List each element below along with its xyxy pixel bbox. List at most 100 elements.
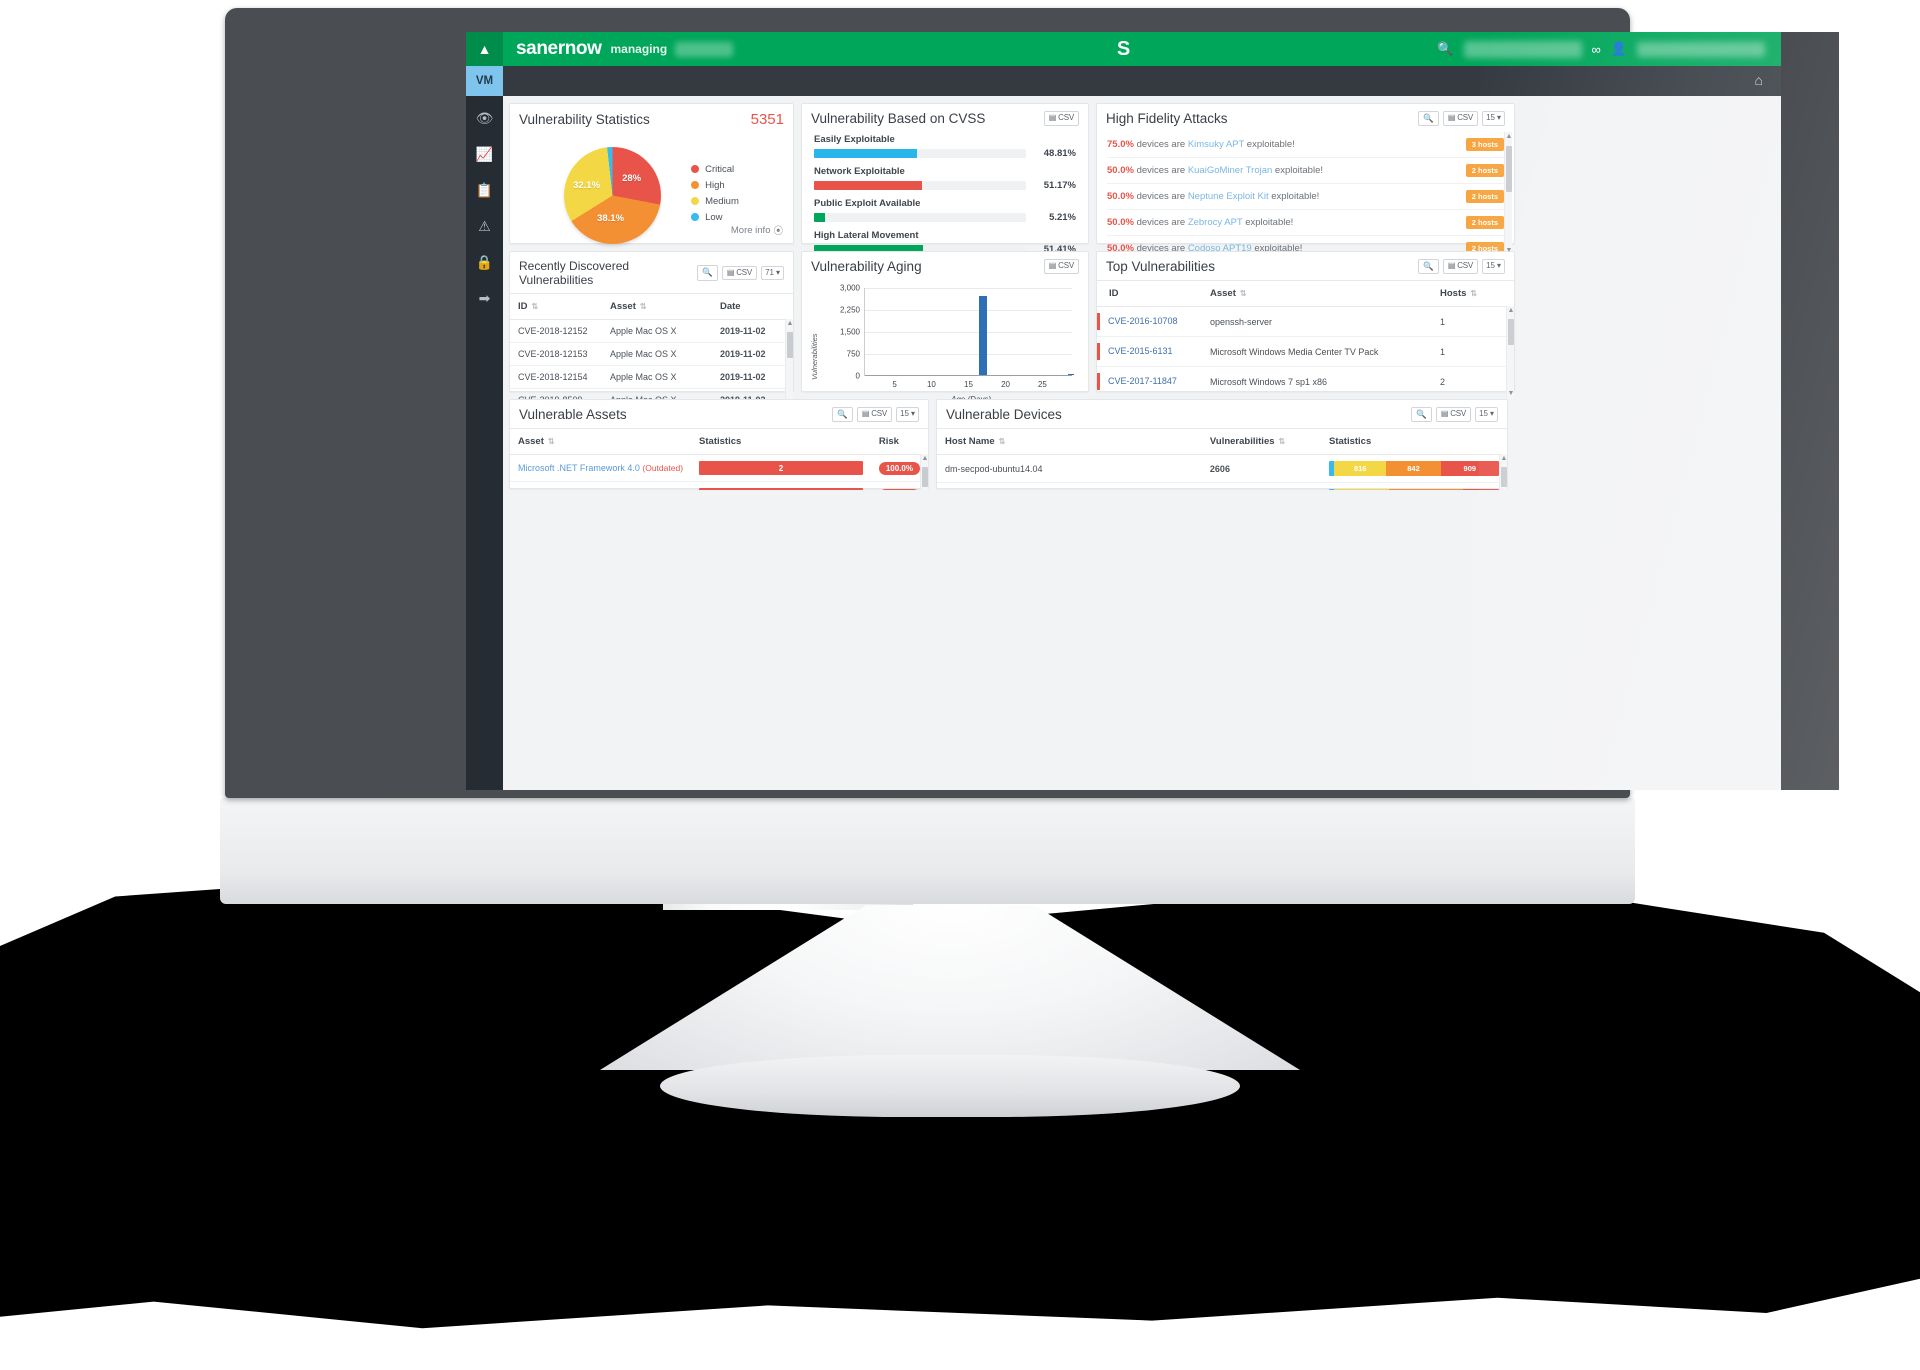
column-header-asset[interactable]: Asset ⇅ <box>1202 280 1432 308</box>
search-button[interactable]: 🔍 <box>697 265 718 281</box>
search-button[interactable]: 🔍 <box>832 407 853 423</box>
cell-asset[interactable]: Apple Mac OS X <box>602 365 712 389</box>
hfa-attack-link[interactable]: Kimsuky APT <box>1188 139 1244 150</box>
cell-asset[interactable]: Microsoft Windows Media Center TV Pack <box>1202 336 1432 368</box>
cell-id[interactable]: CVE-2018-12152 <box>510 319 602 343</box>
export-csv-button[interactable]: ▤ CSV <box>1043 111 1079 126</box>
user-icon[interactable]: 👤 <box>1611 41 1627 57</box>
scrollbar[interactable]: ▲ ▼ <box>1506 306 1514 399</box>
vulnerable-devices-table: Host Name ⇅ Vulnerabilities ⇅ Statistics d… <box>937 428 1507 491</box>
search-icon[interactable]: 🔍 <box>1437 41 1453 57</box>
column-header-hosts[interactable]: Hosts ⇅ <box>1432 280 1514 308</box>
search-button[interactable]: 🔍 <box>1418 259 1439 275</box>
table-row[interactable]: dm-secpod-ubuntu14.04 2606 816 842 909 <box>937 454 1507 484</box>
cell-id[interactable]: CVE-2018-12154 <box>510 365 602 389</box>
cvss-value-network-exploitable: 51.17% <box>1043 180 1076 191</box>
export-csv-button[interactable]: ▤ CSV <box>1442 259 1479 275</box>
scroll-up-icon[interactable]: ▲ <box>1507 307 1514 314</box>
table-row[interactable]: CVE-2018-12152 Apple Mac OS X 2019-11-02 <box>510 319 793 343</box>
list-item[interactable]: 50.0% devices are KuaiGoMiner Trojan exp… <box>1107 158 1510 185</box>
search-button[interactable]: 🔍 <box>1411 407 1432 423</box>
cell-asset[interactable]: Microsoft Windows 7 sp1 x86 <box>1202 366 1432 398</box>
cell-asset[interactable]: Apple Mac OS X <box>602 319 712 343</box>
export-csv-button[interactable]: ▤ CSV <box>721 265 758 281</box>
hfa-attack-link[interactable]: KuaiGoMiner Trojan <box>1188 165 1272 176</box>
scrollbar[interactable]: ▲ <box>1499 454 1507 491</box>
page-size-select[interactable]: 71 ▾ <box>761 265 784 281</box>
list-item[interactable]: 50.0% devices are Neptune Exploit Kit ex… <box>1107 184 1510 211</box>
cell-hostname[interactable]: dm-secpod-ubuntu14.04 <box>937 454 1202 484</box>
search-input[interactable] <box>1463 40 1582 58</box>
scroll-up-icon[interactable]: ▲ <box>786 320 793 327</box>
column-header-id[interactable]: ID <box>1097 280 1202 308</box>
table-row[interactable]: Microsoft .NET Framework 4.0 (Outdated) … <box>510 454 928 483</box>
table-row[interactable]: CVE-2017-11847 Microsoft Windows 7 sp1 x8… <box>1097 366 1514 398</box>
stack-seg-high: 842 <box>1386 461 1441 477</box>
scroll-up-icon[interactable]: ▲ <box>1500 455 1507 462</box>
list-item[interactable]: 50.0% devices are Zebrocy APT exploitabl… <box>1107 210 1510 237</box>
column-header-statistics[interactable]: Statistics <box>691 428 871 456</box>
cell-hosts[interactable]: 1 <box>1432 336 1514 368</box>
more-info-link[interactable]: More info ⦿ <box>731 223 783 238</box>
scroll-down-icon[interactable]: ▼ <box>1507 390 1514 397</box>
panel-header: Vulnerable Devices 🔍 ▤ CSV 15 ▾ <box>937 400 1507 428</box>
cell-id[interactable]: CVE-2016-10708 <box>1108 316 1178 326</box>
column-header-risk[interactable]: Risk <box>870 428 928 456</box>
export-csv-button[interactable]: ▤ CSV <box>1435 407 1472 423</box>
table-row[interactable]: CVE-2015-6131 Microsoft Windows Media Cen… <box>1097 336 1514 368</box>
export-csv-button[interactable]: ▤ CSV <box>856 407 893 423</box>
home-icon[interactable]: ⌂ <box>1755 72 1763 88</box>
sidebar-item-security[interactable]: 🔒 <box>476 255 493 269</box>
table-row[interactable]: CVE-2018-12154 Apple Mac OS X 2019-11-02 <box>510 365 793 389</box>
cell-asset[interactable]: Apple Mac OS X <box>602 342 712 366</box>
sidebar-item-alerts[interactable]: ⚠ <box>478 219 491 233</box>
column-header-statistics[interactable]: Statistics <box>1321 428 1507 456</box>
column-header-vulnerabilities[interactable]: Vulnerabilities ⇅ <box>1201 428 1321 456</box>
page-size-select[interactable]: 15 ▾ <box>1482 111 1505 127</box>
hfa-attack-link[interactable]: Neptune Exploit Kit <box>1188 191 1269 202</box>
user-name-redacted[interactable] <box>1637 41 1765 57</box>
column-header-date[interactable]: Date <box>712 293 793 320</box>
app-logo-icon[interactable]: ▲ <box>466 32 503 66</box>
org-name-redacted <box>675 41 734 57</box>
column-header-asset[interactable]: Asset ⇅ <box>510 428 692 456</box>
table-row[interactable]: CVE-2016-10708 openssh-server 1 <box>1097 306 1514 338</box>
sidebar-item-logout[interactable]: ➡ <box>479 291 491 305</box>
cell-id[interactable]: CVE-2018-12153 <box>510 342 602 366</box>
page-size-select[interactable]: 15 ▾ <box>1475 407 1498 423</box>
search-button[interactable]: 🔍 <box>1418 111 1439 127</box>
page-size-select[interactable]: 15 ▾ <box>896 407 919 423</box>
export-csv-button[interactable]: ▤ CSV <box>1043 259 1079 274</box>
cell-hostname[interactable]: qa-win7-x86-pc <box>937 482 1202 491</box>
decorative-shadow-lower <box>0 1180 1920 1329</box>
page-size-value: 71 <box>765 267 774 277</box>
scrollbar[interactable]: ▲ ▼ <box>785 319 793 411</box>
panel-header: High Fidelity Attacks 🔍 ▤ CSV 15 ▾ <box>1097 104 1514 132</box>
scroll-up-icon[interactable]: ▲ <box>921 455 928 462</box>
cell-asset[interactable]: openssh-server <box>1202 306 1432 338</box>
share-icon[interactable]: ∞ <box>1592 42 1601 57</box>
column-header-id[interactable]: ID ⇅ <box>510 293 602 320</box>
export-csv-button[interactable]: ▤ CSV <box>1442 111 1479 127</box>
cell-id[interactable]: CVE-2015-6131 <box>1108 346 1173 356</box>
page-size-select[interactable]: 15 ▾ <box>1482 259 1505 275</box>
scrollbar[interactable]: ▲ <box>920 454 928 491</box>
sidebar-item-reports[interactable]: 📋 <box>476 183 493 197</box>
hfa-attack-link[interactable]: Zebrocy APT <box>1188 217 1243 228</box>
tab-vm[interactable]: VM <box>466 66 503 96</box>
column-header-hostname[interactable]: Host Name ⇅ <box>937 428 1202 456</box>
cell-id[interactable]: CVE-2017-11847 <box>1108 376 1177 386</box>
sidebar-item-analytics[interactable]: 📈 <box>476 147 493 161</box>
list-item[interactable]: 75.0% devices are Kimsuky APT exploitabl… <box>1107 132 1510 159</box>
cell-hosts[interactable]: 1 <box>1432 306 1514 338</box>
table-row[interactable]: Adobe Reader 10.1 x86 (Outdated) 1 100.0… <box>510 481 928 491</box>
scroll-up-icon[interactable]: ▲ <box>1505 133 1513 140</box>
severity-indicator <box>1097 343 1100 361</box>
table-row[interactable]: qa-win7-x86-pc 1333 434 581 <box>937 482 1507 491</box>
table-row[interactable]: CVE-2018-12153 Apple Mac OS X 2019-11-02 <box>510 342 793 366</box>
cell-hosts[interactable]: 2 <box>1432 366 1514 398</box>
cell-asset-name[interactable]: Microsoft .NET Framework 4.0 <box>518 463 640 473</box>
scrollbar[interactable]: ▲ ▼ <box>1504 132 1513 256</box>
column-header-asset[interactable]: Asset ⇅ <box>602 293 712 320</box>
sidebar-item-visibility[interactable]: 👁 <box>476 111 494 125</box>
